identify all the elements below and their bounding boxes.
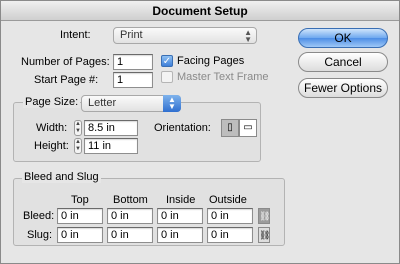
- bleed-top-field[interactable]: 0 in: [57, 208, 103, 224]
- orientation-label: Orientation:: [154, 122, 211, 134]
- updown-arrows-icon: ▲ ▼: [163, 95, 181, 112]
- bleed-slug-title: Bleed and Slug: [22, 171, 101, 183]
- bleed-inside-field[interactable]: 0 in: [157, 208, 203, 224]
- slug-label: Slug:: [27, 229, 53, 241]
- width-field[interactable]: 8.5 in: [84, 120, 138, 136]
- page-size-popup[interactable]: Letter ▲ ▼: [81, 95, 181, 112]
- bleed-link-icon[interactable]: ⛓: [258, 208, 270, 224]
- intent-value: Print: [120, 29, 143, 41]
- page-size-label: Page Size:: [23, 96, 81, 108]
- bleed-bottom-field[interactable]: 0 in: [107, 208, 153, 224]
- number-of-pages-field[interactable]: 1: [113, 54, 153, 70]
- checkmark-icon: ✓: [162, 56, 172, 67]
- facing-pages-label: Facing Pages: [177, 55, 245, 67]
- facing-pages-checkbox[interactable]: ✓: [161, 55, 173, 67]
- master-text-frame-checkbox[interactable]: [161, 71, 173, 83]
- bleed-label: Bleed:: [23, 210, 55, 222]
- updown-arrows-icon: ▲ ▼: [244, 28, 252, 44]
- width-stepper[interactable]: ▲ ▼: [74, 120, 82, 136]
- column-inside: Inside: [166, 194, 196, 206]
- ok-button[interactable]: OK: [298, 28, 388, 48]
- height-field[interactable]: 11 in: [84, 138, 138, 154]
- column-bottom: Bottom: [113, 194, 148, 206]
- bleed-outside-field[interactable]: 0 in: [207, 208, 253, 224]
- column-outside: Outside: [209, 194, 247, 206]
- slug-link-icon[interactable]: ⛓: [258, 227, 270, 243]
- start-page-field[interactable]: 1: [113, 72, 153, 88]
- column-top: Top: [71, 194, 89, 206]
- intent-popup[interactable]: Print ▲ ▼: [113, 27, 257, 44]
- document-setup-dialog: Document Setup Intent: Print ▲ ▼ Number o…: [0, 0, 400, 264]
- slug-top-field[interactable]: 0 in: [57, 227, 103, 243]
- portrait-orientation-icon[interactable]: ▯: [221, 119, 239, 137]
- number-of-pages-label: Number of Pages:: [21, 56, 110, 68]
- window-title: Document Setup: [1, 1, 399, 21]
- height-label: Height:: [34, 140, 69, 152]
- width-label: Width:: [36, 122, 68, 134]
- cancel-button[interactable]: Cancel: [298, 52, 388, 72]
- master-text-frame-label: Master Text Frame: [177, 71, 269, 83]
- page-size-value: Letter: [88, 97, 117, 109]
- slug-bottom-field[interactable]: 0 in: [107, 227, 153, 243]
- slug-outside-field[interactable]: 0 in: [207, 227, 253, 243]
- start-page-label: Start Page #:: [34, 74, 99, 86]
- intent-label: Intent:: [60, 29, 91, 41]
- slug-inside-field[interactable]: 0 in: [157, 227, 203, 243]
- height-stepper[interactable]: ▲ ▼: [74, 138, 82, 154]
- fewer-options-button[interactable]: Fewer Options: [298, 78, 388, 98]
- landscape-orientation-icon[interactable]: ▭: [239, 119, 257, 137]
